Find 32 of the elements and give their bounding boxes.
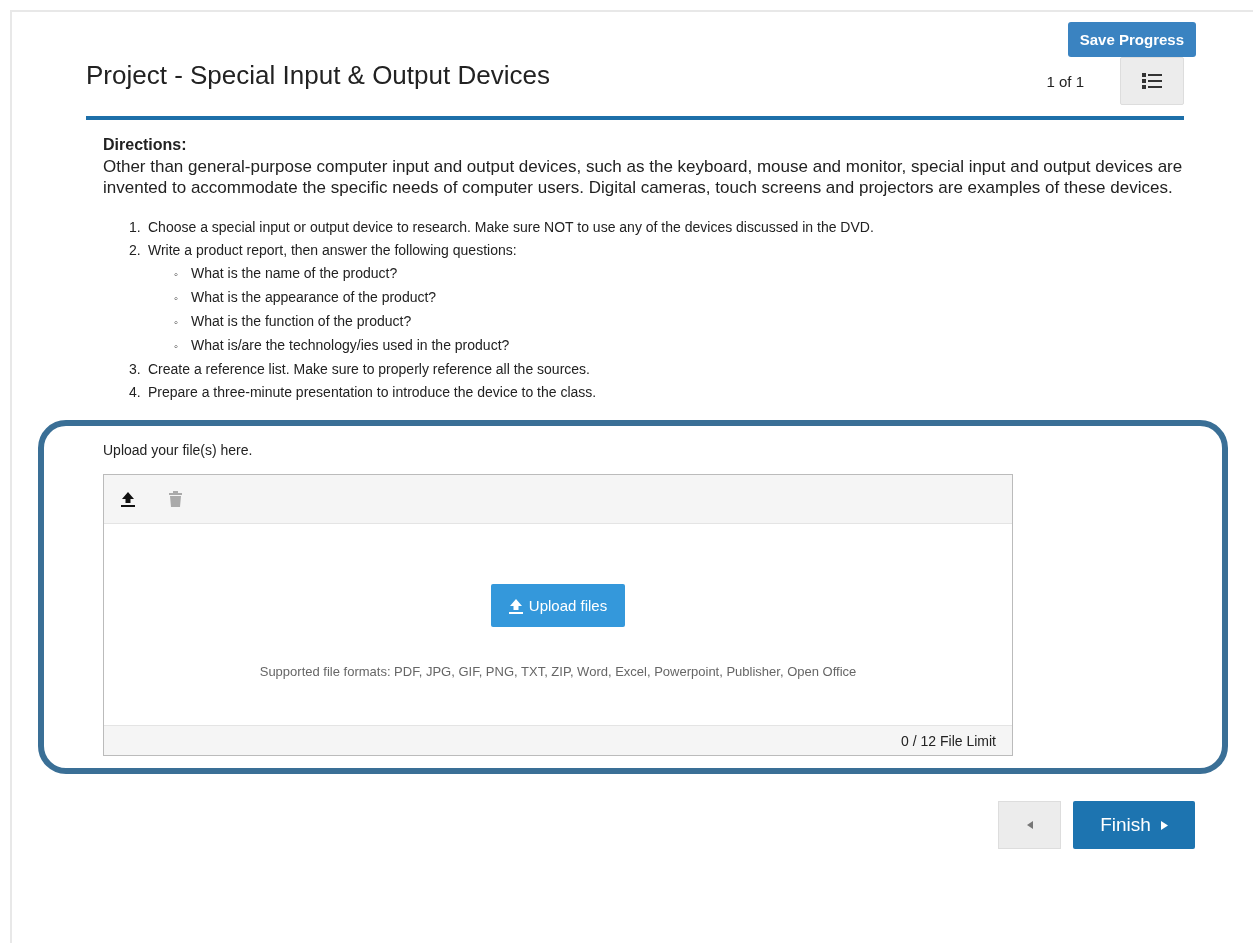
page-count: 1 of 1 bbox=[1046, 72, 1084, 90]
save-progress-button[interactable]: Save Progress bbox=[1067, 22, 1196, 57]
bullet-marker: ◦ bbox=[174, 291, 179, 306]
step-number: 3. bbox=[129, 360, 142, 379]
question-text: What is/are the technology/ies used in the product? bbox=[191, 337, 510, 353]
file-limit-text: 0 / 12 File Limit bbox=[901, 732, 996, 749]
step-text: Create a reference list. Make sure to properly reference all the sources. bbox=[148, 361, 590, 377]
step-text: Prepare a three-minute presentation to introduce the device to the class. bbox=[148, 384, 597, 400]
step-number: 2. bbox=[129, 241, 142, 260]
upload-icon[interactable] bbox=[121, 491, 135, 507]
step-text: Choose a special input or output device to research. Make sure NOT to use any of the devices discussed in the DVD. bbox=[148, 219, 874, 235]
outline-button[interactable] bbox=[1120, 57, 1184, 105]
question-text: What is the name of the product? bbox=[191, 265, 398, 281]
directions-text: Other than general-purpose computer input and output devices, such as the keyboard, mouse and monitor, special input and output devices are invented to accommodate the specific needs of computer users. Digital cameras, touch screens and projectors are examples of these devices. bbox=[103, 156, 1183, 198]
bullet-marker: ◦ bbox=[174, 339, 179, 354]
question-text: What is the appearance of the product? bbox=[191, 289, 437, 305]
upload-label: Upload your file(s) here. bbox=[103, 442, 254, 458]
question-text: What is the function of the product? bbox=[191, 313, 412, 329]
page-title: Project - Special Input & Output Devices bbox=[86, 59, 551, 91]
caret-right-icon bbox=[1160, 820, 1168, 830]
list-icon bbox=[1142, 72, 1162, 90]
upload-files-button[interactable]: Upload files bbox=[490, 584, 626, 627]
bullet-marker: ◦ bbox=[174, 315, 179, 330]
supported-formats-text: Supported file formats: PDF, JPG, GIF, PNG, TXT, ZIP, Word, Excel, Powerpoint, Publisher, Open Office bbox=[259, 664, 857, 679]
step-number: 1. bbox=[129, 218, 142, 237]
step-number: 4. bbox=[129, 383, 142, 402]
step-text: Write a product report, then answer the following questions: bbox=[148, 242, 517, 258]
upload-icon bbox=[508, 597, 523, 614]
directions-heading: Directions: bbox=[103, 136, 188, 154]
caret-left-icon bbox=[1026, 821, 1033, 829]
finish-button[interactable]: Finish bbox=[1073, 801, 1195, 849]
bullet-marker: ◦ bbox=[174, 267, 179, 282]
